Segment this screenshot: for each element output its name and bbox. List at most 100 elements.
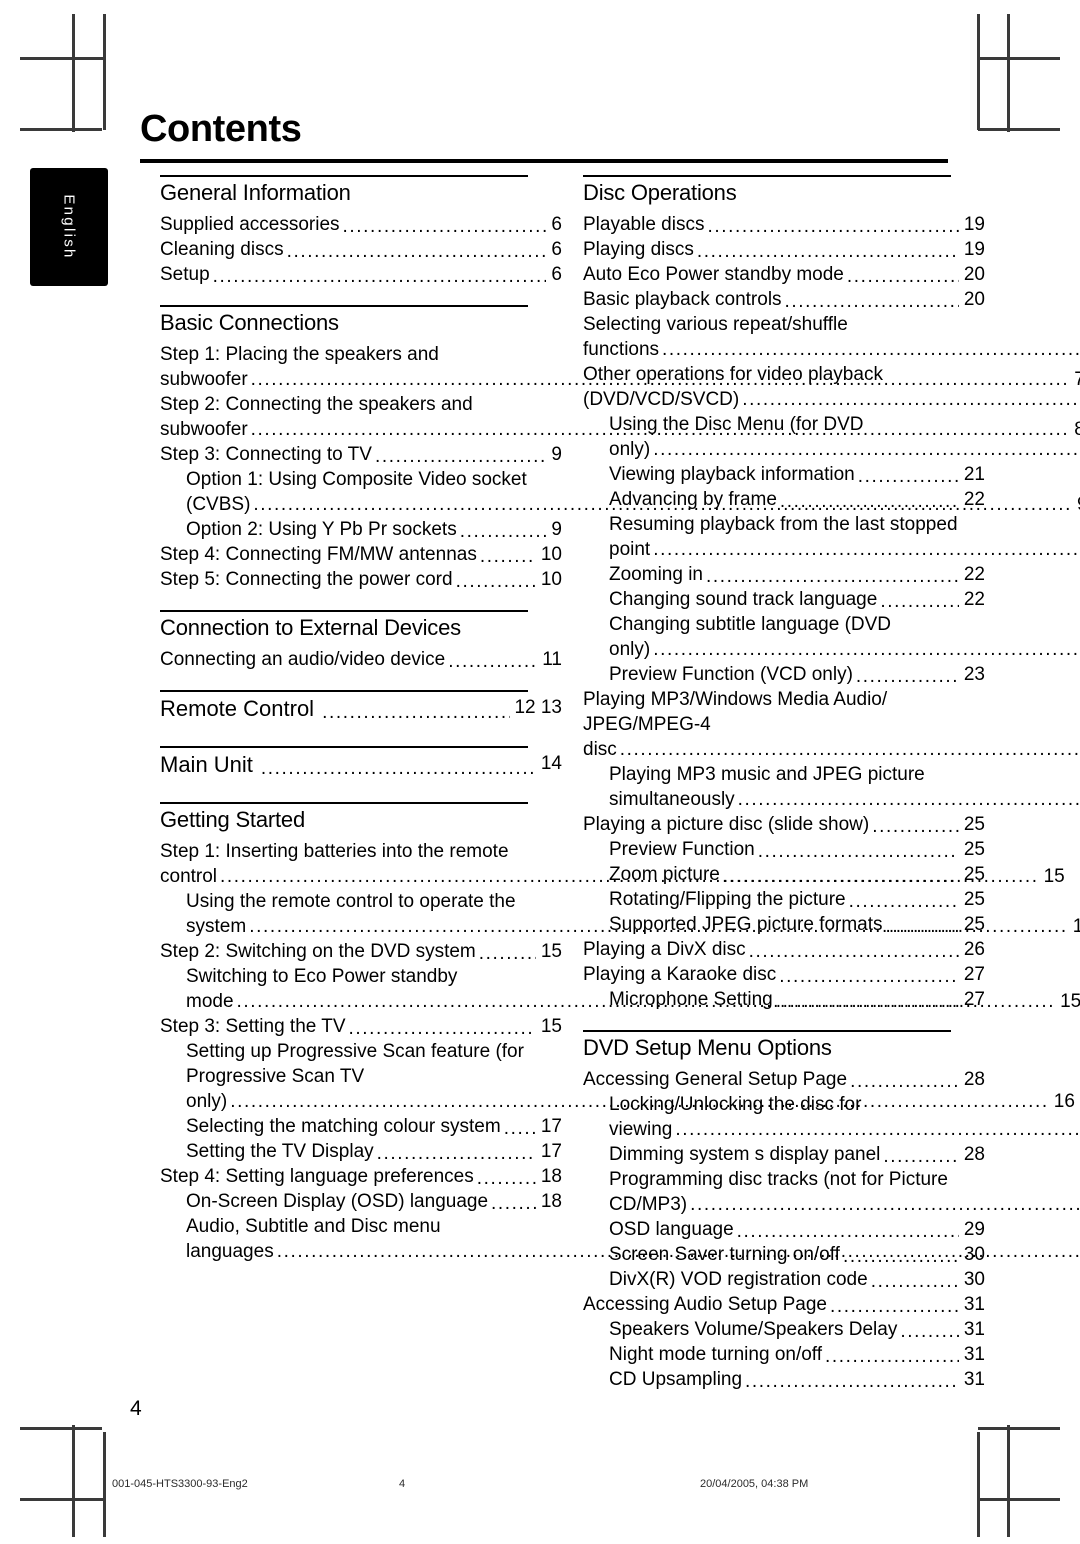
toc-entry-label: Step 4: Setting language preferences <box>160 1166 474 1187</box>
toc-entry[interactable]: Screen Saver turning on/off.............… <box>609 1242 985 1267</box>
toc-entry[interactable]: Playing a Karaoke disc..................… <box>583 962 985 987</box>
toc-entry[interactable]: CD Upsampling...........................… <box>609 1367 985 1392</box>
toc-entry[interactable]: Accessing General Setup Page............… <box>583 1067 985 1092</box>
toc-entry[interactable]: Using the Disc Menu (for DVD only)......… <box>609 412 1080 462</box>
leader-dots: ........................................… <box>662 339 1080 360</box>
toc-entry[interactable]: Playing a picture disc (slide show).....… <box>583 812 985 837</box>
toc-page-number: 16 <box>1053 1091 1075 1112</box>
toc-entry[interactable]: Changing sound track language...........… <box>609 587 985 612</box>
leader-dots: ........................................… <box>870 1276 959 1288</box>
toc-entry[interactable]: Supported JPEG picture formats..........… <box>609 912 985 937</box>
leader-dots: ........................................… <box>855 671 959 683</box>
toc-entry[interactable]: Resuming playback from the last stopped … <box>609 512 1080 562</box>
toc-entry[interactable]: Step 2: Connecting the speakers and subw… <box>160 392 1080 442</box>
toc-entry-label: Zoom picture <box>609 864 720 885</box>
toc-entry[interactable]: Playing MP3/Windows Media Audio/ JPEG/MP… <box>583 687 1080 762</box>
toc-entry[interactable]: Other operations for video playback (DVD… <box>583 362 1080 412</box>
toc-page-number: 28 <box>963 1144 985 1165</box>
toc-entry[interactable]: Using the remote control to operate the … <box>186 889 1080 939</box>
toc-entry[interactable]: Step 4: Connecting FM/MW antennas.......… <box>160 542 562 567</box>
toc-entry[interactable]: Programming disc tracks (not for Picture… <box>609 1167 1080 1217</box>
toc-entry[interactable]: OSD language............................… <box>609 1217 985 1242</box>
toc-entry[interactable]: Playing discs...........................… <box>583 237 985 262</box>
toc-entry[interactable]: Locking/Unlocking the disc for viewing..… <box>609 1092 1080 1142</box>
toc-entry[interactable]: Setting up Progressive Scan feature (for… <box>186 1039 1075 1114</box>
toc-entry[interactable]: Playing a DivX disc.....................… <box>583 937 985 962</box>
toc-page-number: 25 <box>963 864 985 885</box>
toc-section-heading: Connection to External Devices <box>160 615 461 640</box>
toc-entry[interactable]: Playing MP3 music and JPEG picture simul… <box>609 762 1080 812</box>
leader-dots: ........................................… <box>376 1148 536 1160</box>
toc-entry[interactable]: Step 1: Inserting batteries into the rem… <box>160 839 1065 889</box>
toc-entry[interactable]: Selecting the matching colour system....… <box>186 1114 562 1139</box>
toc-entry[interactable]: Basic playback controls.................… <box>583 287 985 312</box>
toc-section-heading: Getting Started <box>160 807 305 832</box>
toc-page-number: 25 <box>963 889 985 910</box>
toc-entry-label: Playing discs <box>583 239 694 260</box>
toc-entry[interactable]: Option 2: Using Y Pb Pr sockets.........… <box>186 517 562 542</box>
toc-page-number: 17 <box>540 1141 562 1162</box>
section-divider <box>160 305 528 307</box>
toc-section-heading-row[interactable]: Main Unit...............................… <box>160 749 562 780</box>
toc-entry[interactable]: Cleaning discs..........................… <box>160 237 562 262</box>
toc-entry[interactable]: Option 1: Using Composite Video socket (… <box>186 467 1080 517</box>
toc-entry[interactable]: Step 5: Connecting the power cord.......… <box>160 567 562 592</box>
toc-page-number: 28 <box>963 1069 985 1090</box>
section-divider <box>160 175 528 177</box>
toc-page-number: 25 <box>963 839 985 860</box>
toc-page-number: 15 <box>540 941 562 962</box>
toc-entry[interactable]: Advancing by frame......................… <box>609 487 985 512</box>
toc-entry[interactable]: Rotating/Flipping the picture...........… <box>609 887 985 912</box>
toc-entry-label: On-Screen Display (OSD) language <box>186 1191 489 1212</box>
toc-entry[interactable]: Microphone Setting......................… <box>609 987 985 1012</box>
toc-entry[interactable]: Setting the TV Display..................… <box>186 1139 562 1164</box>
toc-page-number: 6 <box>551 264 562 285</box>
toc-entry[interactable]: Step 4: Setting language preferences....… <box>160 1164 562 1189</box>
toc-entry[interactable]: Auto Eco Power standby mode.............… <box>583 262 985 287</box>
toc-entry[interactable]: Step 3: Connecting to TV................… <box>160 442 562 467</box>
toc-page-number: 10 <box>540 569 562 590</box>
toc-entry[interactable]: Preview Function (VCD only).............… <box>609 662 985 687</box>
toc-entry-label: Connecting an audio/video device <box>160 649 446 670</box>
toc-entry[interactable]: Connecting an audio/video device........… <box>160 647 562 672</box>
leader-dots: ........................................… <box>850 1076 959 1088</box>
toc-entry-label: Changing sound track language <box>609 589 878 610</box>
toc-entry[interactable]: Switching to Eco Power standby mode.....… <box>186 964 1080 1014</box>
toc-page-number: 23 <box>963 664 985 685</box>
toc-entry[interactable]: Preview Function........................… <box>609 837 985 862</box>
toc-section-heading-row[interactable]: Remote Control..........................… <box>160 693 562 724</box>
toc-entry[interactable]: Accessing Audio Setup Page..............… <box>583 1292 985 1317</box>
toc-entry[interactable]: Viewing playback information............… <box>609 462 985 487</box>
toc-page-number: 31 <box>963 1369 985 1390</box>
toc-entry[interactable]: Step 2: Switching on the DVD system.....… <box>160 939 562 964</box>
toc-entry[interactable]: Audio, Subtitle and Disc menu languages.… <box>186 1214 1080 1264</box>
toc-entry[interactable]: Zoom picture............................… <box>609 862 985 887</box>
toc-page-number: 12 13 <box>514 697 562 718</box>
toc-entry[interactable]: Selecting various repeat/shuffle functio… <box>583 312 1080 362</box>
toc-entry-label: Dimming system s display panel <box>609 1144 881 1165</box>
toc-entry[interactable]: Setup...................................… <box>160 262 562 287</box>
toc-entry[interactable]: Step 1: Placing the speakers and subwoof… <box>160 342 1080 392</box>
toc-entry[interactable]: Changing subtitle language (DVD only)...… <box>609 612 1080 662</box>
toc-entry[interactable]: Dimming system s display panel..........… <box>609 1142 985 1167</box>
toc-entry-label: CD Upsampling <box>609 1369 743 1390</box>
toc-entry[interactable]: Supplied accessories....................… <box>160 212 562 237</box>
toc-entry[interactable]: On-Screen Display (OSD) language........… <box>186 1189 562 1214</box>
toc-entry[interactable]: Speakers Volume/Speakers Delay..........… <box>609 1317 985 1342</box>
toc-entry[interactable]: Step 3: Setting the TV..................… <box>160 1014 562 1039</box>
section-divider <box>583 1030 951 1032</box>
toc-entry[interactable]: Playable discs..........................… <box>583 212 985 237</box>
leader-dots: ........................................… <box>342 221 547 233</box>
toc-entry[interactable]: Zooming in..............................… <box>609 562 985 587</box>
toc-entry[interactable]: DivX(R) VOD registration code...........… <box>609 1267 985 1292</box>
toc-page-number: 6 <box>551 239 562 260</box>
toc-section-heading: Main Unit <box>160 752 253 777</box>
toc-entry[interactable]: Night mode turning on/off...............… <box>609 1342 985 1367</box>
toc-page-number: 18 <box>540 1191 562 1212</box>
toc-page-number: 9 <box>1075 494 1080 515</box>
page-title: Contents <box>140 108 302 150</box>
leader-dots: ........................................… <box>348 1023 536 1035</box>
leader-dots: ........................................… <box>842 1251 959 1263</box>
